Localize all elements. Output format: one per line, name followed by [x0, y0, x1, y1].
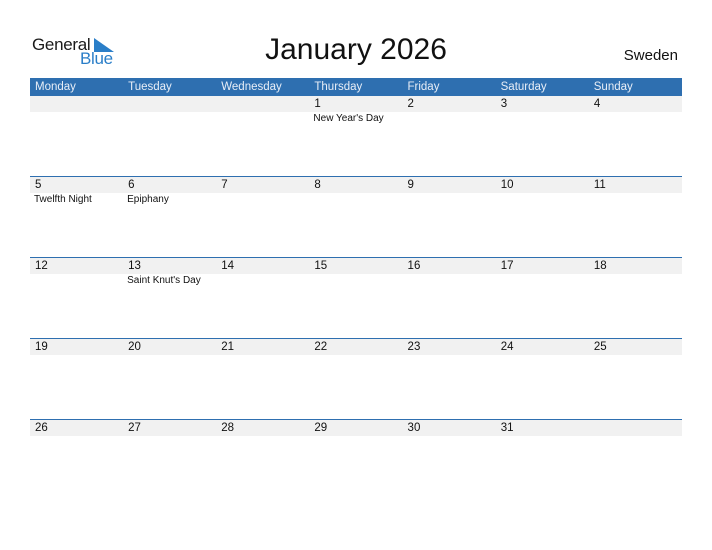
- day-cell: 10: [496, 177, 589, 258]
- day-cell: [216, 96, 309, 177]
- weekday-friday: Friday: [407, 81, 440, 93]
- day-number: 27: [128, 422, 141, 434]
- day-cell: 26: [30, 420, 123, 501]
- week-row: 26 27 28 29 30 31: [30, 419, 682, 501]
- holiday-label: Twelfth Night: [34, 194, 92, 205]
- day-number: 26: [35, 422, 48, 434]
- day-cell: 19: [30, 339, 123, 420]
- day-number: 4: [593, 98, 601, 110]
- day-cell: 29: [309, 420, 402, 501]
- day-number: 15: [314, 260, 328, 272]
- day-number: 28: [221, 422, 235, 434]
- day-number: 2: [407, 98, 414, 110]
- day-number: 25: [593, 341, 607, 353]
- day-cell: 20: [123, 339, 216, 420]
- day-number: 6: [128, 179, 135, 191]
- day-number: 1: [314, 98, 321, 110]
- country-label: Sweden: [623, 47, 678, 64]
- day-cell: [30, 96, 123, 177]
- day-cell: 30: [403, 420, 496, 501]
- day-cell: 24: [496, 339, 589, 420]
- day-cell: 5 Twelfth Night: [30, 177, 123, 258]
- day-number: 13: [128, 260, 141, 272]
- day-number: 20: [128, 341, 141, 353]
- day-number: 12: [35, 260, 48, 272]
- day-number: 10: [500, 179, 514, 191]
- day-cell: 4: [589, 96, 682, 177]
- calendar-title: January 2026: [265, 33, 447, 66]
- day-cell: 8: [309, 177, 402, 258]
- day-number: 24: [500, 341, 514, 353]
- day-cell: 18: [589, 258, 682, 339]
- day-number: 22: [314, 341, 328, 353]
- day-number: 5: [35, 179, 42, 191]
- day-number: 23: [407, 341, 421, 353]
- day-cell: 11: [589, 177, 682, 258]
- day-cell: 25: [589, 339, 682, 420]
- weekday-tuesday: Tuesday: [128, 81, 172, 93]
- day-cell: 7: [216, 177, 309, 258]
- weekday-wednesday: Wednesday: [221, 81, 282, 93]
- day-cell: 12: [30, 258, 123, 339]
- day-cell: 1 New Year's Day: [309, 96, 402, 177]
- weekday-sunday: Sunday: [593, 81, 633, 93]
- weekday-saturday: Saturday: [500, 81, 547, 93]
- day-cell: 9: [403, 177, 496, 258]
- week-row: 5 Twelfth Night 6 Epiphany 7 8 9 10 11: [30, 176, 682, 258]
- day-cell: 15: [309, 258, 402, 339]
- week-row: 19 20 21 22 23 24 25: [30, 338, 682, 420]
- day-number: 29: [314, 422, 328, 434]
- day-number: 19: [35, 341, 48, 353]
- day-number: 8: [314, 179, 321, 191]
- day-number: 14: [221, 260, 235, 272]
- day-cell: 17: [496, 258, 589, 339]
- holiday-label: New Year's Day: [313, 113, 384, 124]
- day-cell: 27: [123, 420, 216, 501]
- weekday-thursday: Thursday: [314, 81, 363, 93]
- day-cell: 2: [403, 96, 496, 177]
- day-cell: [589, 420, 682, 501]
- weekday-header: Monday Tuesday Wednesday Thursday Friday…: [30, 78, 682, 96]
- day-cell: 23: [403, 339, 496, 420]
- day-number: 18: [593, 260, 607, 272]
- day-cell: 21: [216, 339, 309, 420]
- day-number: 11: [593, 179, 606, 191]
- day-cell: 31: [496, 420, 589, 501]
- day-number: 17: [500, 260, 514, 272]
- day-cell: 16: [403, 258, 496, 339]
- holiday-label: Epiphany: [127, 194, 169, 205]
- day-cell: 6 Epiphany: [123, 177, 216, 258]
- day-number: 7: [221, 179, 228, 191]
- week-row: 1 New Year's Day 2 3 4: [30, 96, 682, 177]
- day-number: 30: [407, 422, 421, 434]
- day-cell: 28: [216, 420, 309, 501]
- day-number: 31: [500, 422, 514, 434]
- day-number: 16: [407, 260, 421, 272]
- day-cell: 13 Saint Knut's Day: [123, 258, 216, 339]
- day-cell: [123, 96, 216, 177]
- holiday-label: Saint Knut's Day: [127, 275, 201, 286]
- day-number: 21: [221, 341, 235, 353]
- day-number: 9: [407, 179, 414, 191]
- weekday-monday: Monday: [35, 81, 76, 93]
- day-cell: 14: [216, 258, 309, 339]
- day-cell: 22: [309, 339, 402, 420]
- day-number: 3: [500, 98, 508, 110]
- week-row: 12 13 Saint Knut's Day 14 15 16 17 18: [30, 257, 682, 339]
- day-cell: 3: [496, 96, 589, 177]
